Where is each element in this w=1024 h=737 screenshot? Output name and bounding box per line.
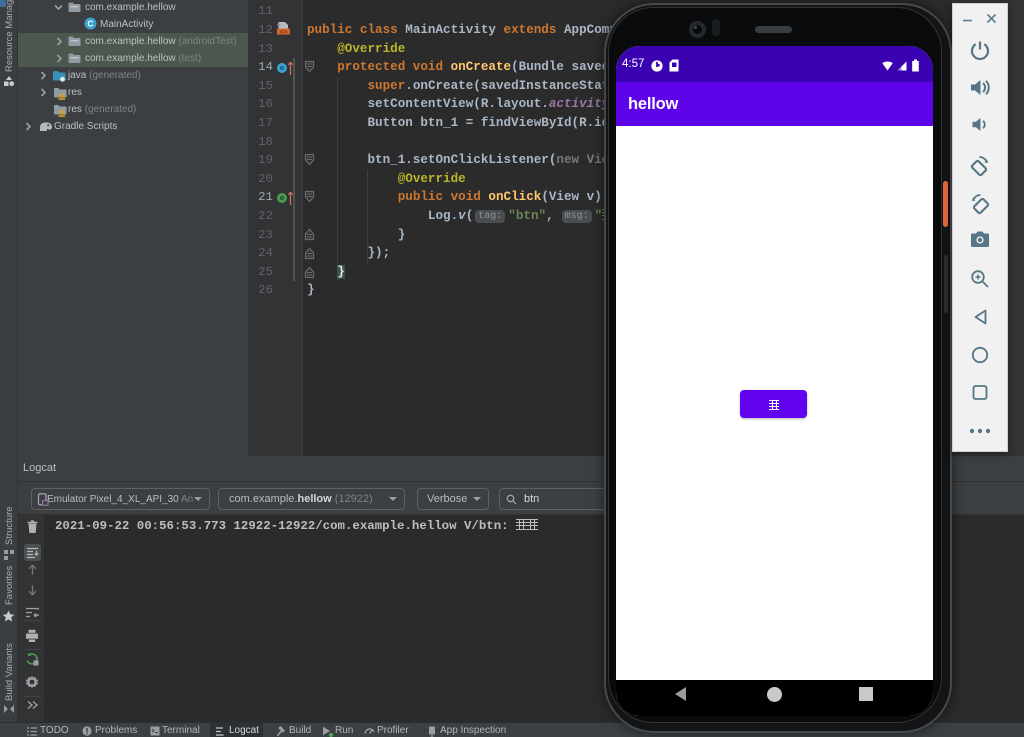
svg-text:C: C [87, 19, 93, 29]
svg-text:<>: <> [280, 29, 288, 36]
